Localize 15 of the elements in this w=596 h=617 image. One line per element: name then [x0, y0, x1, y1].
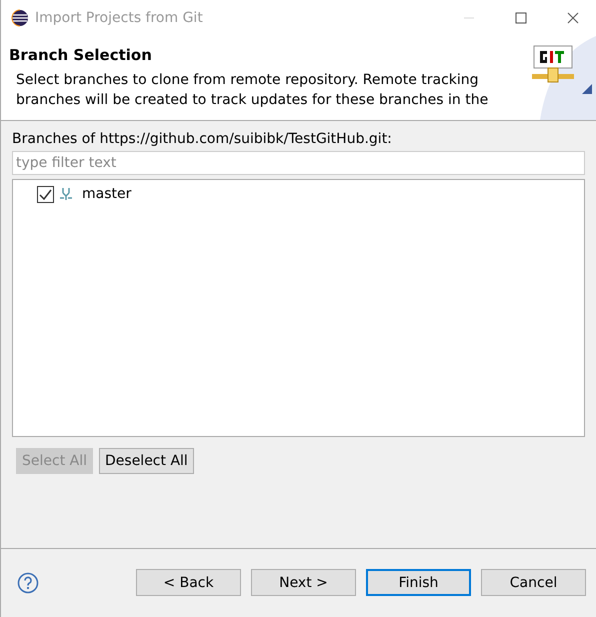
dialog-button[interactable]: Finish [366, 569, 471, 596]
dialog-button[interactable]: Cancel [481, 569, 586, 596]
dialog-button[interactable]: < Back [136, 569, 241, 596]
help-icon[interactable] [17, 572, 39, 594]
branch-checkbox[interactable] [37, 186, 54, 202]
filter-field[interactable]: type filter text [12, 151, 585, 175]
window-title: Import Projects from Git [35, 10, 204, 26]
branch-name: master [82, 186, 132, 202]
page-title: Branch Selection [9, 46, 153, 64]
page-description: Select branches to clone from remote repository. Remote tracking branches will be created to track updates for these branches in the [16, 71, 490, 110]
branches-label: Branches of https://github.com/suibibk/TestGitHub.git: [12, 131, 393, 147]
app-logo-icon [11, 9, 29, 27]
branch-icon [58, 186, 74, 202]
dialog-button[interactable]: Next > [251, 569, 356, 596]
deselect-all-button[interactable]: Deselect All [99, 448, 194, 474]
